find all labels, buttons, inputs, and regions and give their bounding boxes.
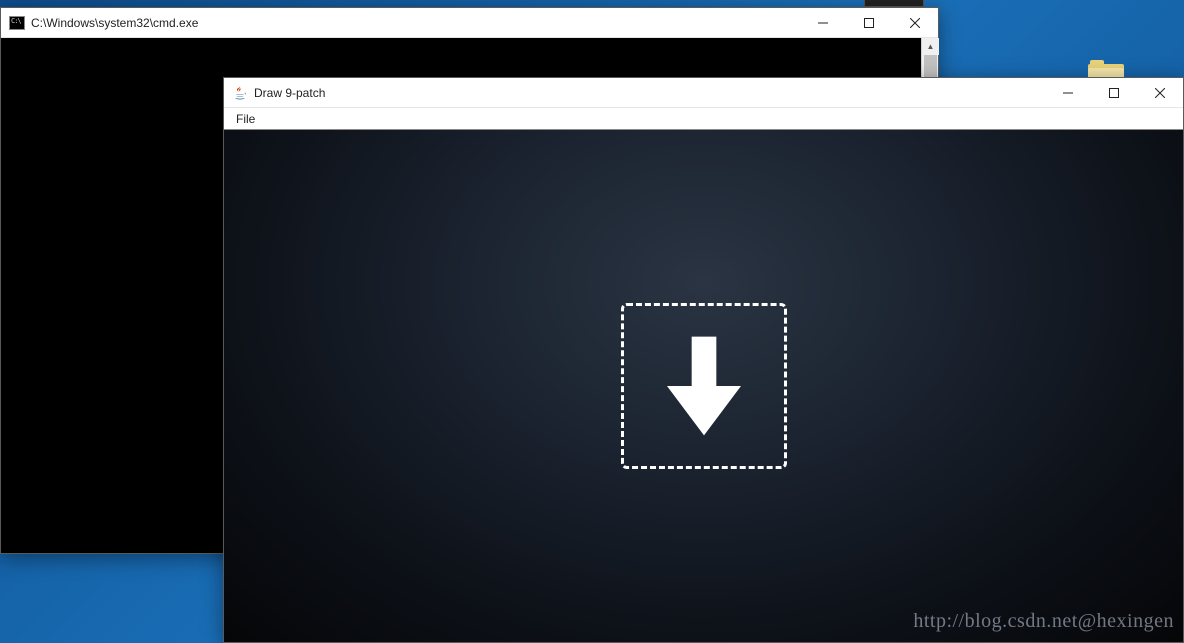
draw9patch-window: Draw 9-patch File — [223, 77, 1184, 643]
minimize-button[interactable] — [800, 8, 846, 38]
maximize-button[interactable] — [1091, 78, 1137, 108]
close-button[interactable] — [1137, 78, 1183, 108]
draw9patch-canvas[interactable] — [224, 130, 1183, 642]
minimize-button[interactable] — [1045, 78, 1091, 108]
menu-file[interactable]: File — [228, 110, 263, 128]
draw9patch-titlebar[interactable]: Draw 9-patch — [224, 78, 1183, 108]
menubar: File — [224, 108, 1183, 130]
desktop: C:\ C:\Windows\system32\cmd.exe ▲ ▼ — [0, 0, 1184, 643]
cmd-title: C:\Windows\system32\cmd.exe — [31, 16, 198, 30]
cmd-icon: C:\ — [9, 15, 25, 31]
java-icon — [232, 85, 248, 101]
download-arrow-icon — [667, 336, 741, 436]
watermark: http://blog.csdn.net@hexingen — [913, 610, 1174, 633]
taskbar-remnant — [864, 0, 924, 7]
cmd-titlebar[interactable]: C:\ C:\Windows\system32\cmd.exe — [1, 8, 938, 38]
draw9patch-title: Draw 9-patch — [254, 86, 325, 100]
maximize-button[interactable] — [846, 8, 892, 38]
drop-target[interactable] — [621, 303, 787, 469]
close-button[interactable] — [892, 8, 938, 38]
scroll-up-button[interactable]: ▲ — [922, 38, 939, 55]
